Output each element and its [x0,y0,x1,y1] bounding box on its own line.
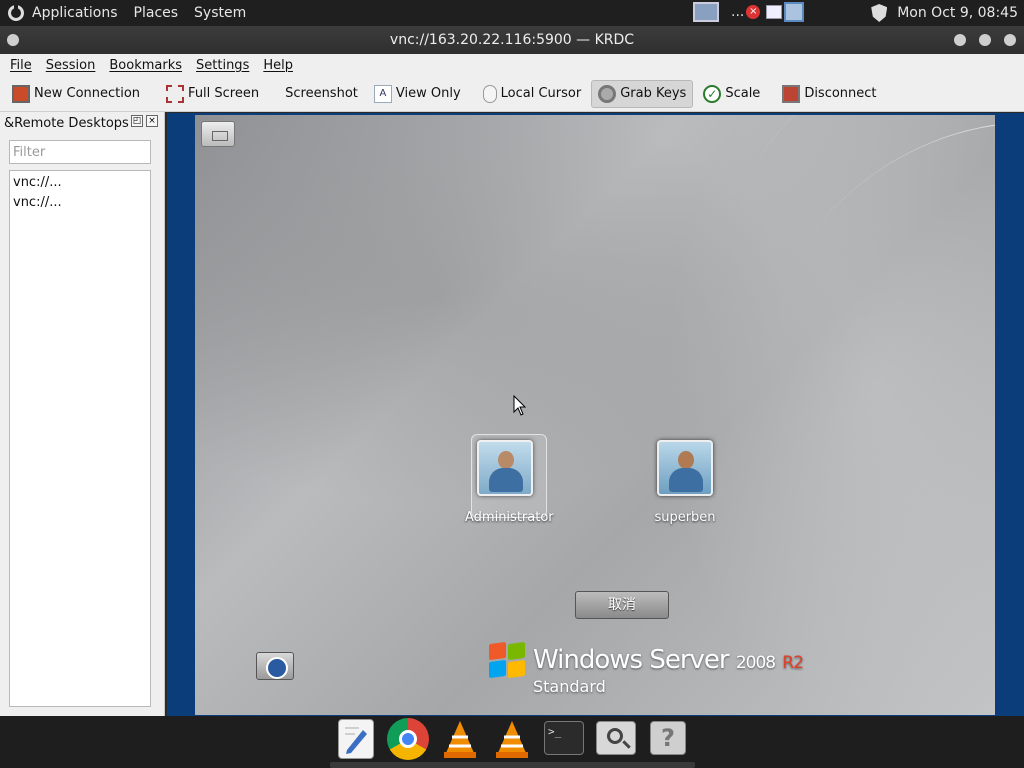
clock-area: Mon Oct 9, 08:45 [871,0,1018,26]
view-only-icon: A [373,84,392,103]
local-cursor-label: Local Cursor [500,86,582,101]
brand-line: Windows Server 2008 R2 [533,645,804,675]
keyboard-icon[interactable] [201,121,235,147]
disconnect-label: Disconnect [804,86,877,101]
user-avatar-icon [471,434,547,518]
gear-icon [598,84,617,103]
list-item[interactable]: vnc://... [13,193,147,213]
brand-name: Windows Server [533,645,730,675]
user-name: superben [654,510,716,525]
vlc-icon[interactable] [494,719,530,759]
maximize-icon[interactable] [979,34,991,46]
dock-bar [330,762,695,768]
view-only-label: View Only [395,86,461,101]
new-connection-label: New Connection [34,86,141,101]
grab-keys-label: Grab Keys [620,86,687,101]
user-tile-superben[interactable]: superben [645,440,725,525]
panel-title: &Remote Desktops [4,116,129,131]
tray-desktop-icon[interactable] [784,2,805,22]
minimize-icon[interactable] [954,34,966,46]
text-editor-icon[interactable] [338,719,374,759]
disconnect-icon [782,84,801,103]
close-panel-icon[interactable]: × [146,115,158,127]
terminal-icon[interactable]: >_ [544,721,584,755]
scale-button[interactable]: ✓ Scale [697,80,766,108]
ease-of-access-icon[interactable] [256,652,294,680]
checkmark-icon: ✓ [703,84,722,103]
tray-overflow[interactable]: ... [731,4,744,20]
menu-bookmarks[interactable]: Bookmarks [109,58,182,73]
panel-buttons: ◰ × [128,115,158,127]
grab-keys-button[interactable]: Grab Keys [591,79,694,108]
remote-desktop-view[interactable]: Administrator superben 取消 Windows Server… [167,113,1024,716]
new-connection-icon [12,84,30,103]
screenshot-button[interactable]: Screenshot [279,80,364,108]
tray-window-icon[interactable] [766,5,783,19]
shield-icon[interactable] [871,4,888,22]
remote-screen[interactable]: Administrator superben 取消 Windows Server… [195,115,995,715]
brand-version: 2008 [735,653,776,673]
full-screen-icon [166,84,185,103]
windows-flag-icon [489,641,527,679]
tray-error-icon[interactable]: × [746,5,761,19]
menu-system[interactable]: System [194,5,246,21]
filter-input[interactable] [9,140,151,164]
dock: >_ ? [0,716,1024,768]
cancel-button[interactable]: 取消 [575,591,669,619]
menu-applications[interactable]: Applications [32,5,118,21]
disconnect-button[interactable]: Disconnect [776,80,882,108]
vlc-icon[interactable] [442,719,478,759]
new-connection-button[interactable]: New Connection [6,80,146,108]
remote-desktops-list[interactable]: vnc://... vnc://... [9,170,151,707]
view-only-button[interactable]: A View Only [368,80,467,108]
menubar: File Session Bookmarks Settings Help [0,54,1024,76]
menu-help[interactable]: Help [263,58,293,73]
mouse-pointer-icon [513,395,527,416]
screenshot-label: Screenshot [285,86,358,101]
clock[interactable]: Mon Oct 9, 08:45 [897,5,1018,21]
float-panel-icon[interactable]: ◰ [131,115,143,127]
full-screen-button[interactable]: Full Screen [160,80,265,108]
top-panel: Applications Places System ... × Mon Oct… [0,0,1024,26]
brand-edition: Standard [533,677,606,696]
applications-logo-icon[interactable] [8,5,24,21]
chrome-icon[interactable] [387,718,429,760]
brand-release: R2 [782,653,804,673]
menu-session[interactable]: Session [46,58,96,73]
local-cursor-button[interactable]: Local Cursor [477,80,588,108]
scale-label: Scale [725,86,761,101]
toolbar: New Connection Full Screen Screenshot A … [0,76,1024,112]
selection-highlight [471,434,547,518]
user-tile-administrator[interactable]: Administrator [465,434,554,525]
remote-desktops-panel: &Remote Desktops ◰ × vnc://... vnc://... [0,112,165,716]
user-avatar-icon [657,440,713,496]
menu-file[interactable]: File [10,58,32,73]
search-icon[interactable] [596,721,636,755]
system-tray: ... × [693,2,805,22]
window-titlebar[interactable]: vnc://163.20.22.116:5900 — KRDC [0,26,1024,54]
menu-settings[interactable]: Settings [196,58,249,73]
menu-places[interactable]: Places [134,5,179,21]
help-icon[interactable]: ? [650,721,686,755]
window-title: vnc://163.20.22.116:5900 — KRDC [389,32,635,48]
mouse-icon [482,84,497,103]
window-list-icon[interactable] [693,2,719,22]
close-icon[interactable] [1004,34,1016,46]
list-item[interactable]: vnc://... [13,173,147,193]
full-screen-label: Full Screen [188,86,260,101]
panel-menu: Applications Places System [0,0,270,26]
